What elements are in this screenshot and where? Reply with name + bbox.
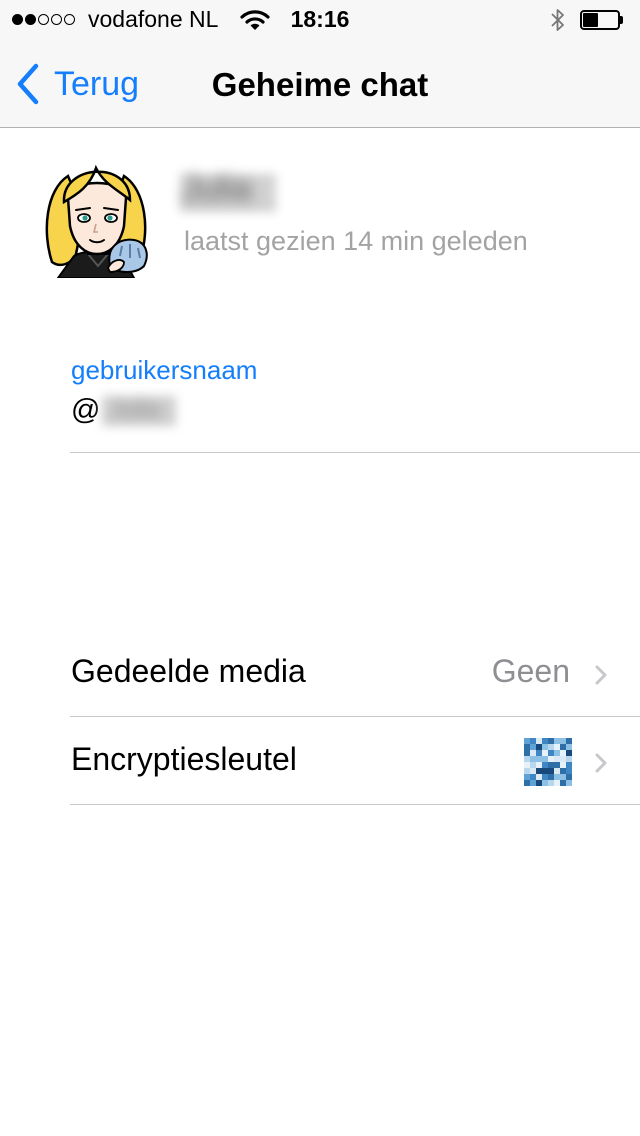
chevron-right-icon — [595, 665, 607, 685]
battery-icon — [580, 10, 624, 30]
top-bar: vodafone NL 18:16 Terug Geheime chat — [0, 0, 640, 128]
encryption-key-image — [524, 738, 572, 786]
divider — [70, 452, 640, 453]
avatar[interactable] — [38, 154, 154, 278]
status-time: 18:16 — [0, 6, 640, 33]
username-text: Julia — [110, 395, 160, 423]
username-value[interactable]: @ Julia — [71, 394, 177, 427]
status-bar: vodafone NL 18:16 — [0, 0, 640, 40]
username-blurred: Julia — [102, 395, 177, 426]
divider — [70, 804, 640, 805]
last-seen-status: laatst gezien 14 min geleden — [184, 226, 528, 256]
shared-media-value: Geen — [491, 653, 570, 689]
status-time-label: 18:16 — [290, 6, 350, 32]
username-label: gebruikersnaam — [71, 355, 258, 385]
encryption-key-row[interactable]: Encryptiesleutel — [0, 718, 640, 806]
key-pixel — [566, 780, 572, 786]
contact-name-text: Julia — [182, 170, 252, 208]
battery-fill — [583, 13, 598, 27]
bluetooth-icon — [551, 9, 564, 31]
navigation-bar: Terug Geheime chat — [0, 40, 640, 128]
chevron-right-icon — [595, 753, 607, 773]
contact-name: Julia — [180, 170, 276, 214]
divider — [70, 716, 640, 717]
page-title: Geheime chat — [211, 66, 429, 103]
shared-media-label: Gedeelde media — [71, 653, 306, 689]
shared-media-row[interactable]: Gedeelde media Geen — [0, 630, 640, 718]
encryption-key-label: Encryptiesleutel — [71, 741, 297, 777]
username-prefix: @ — [71, 394, 101, 426]
